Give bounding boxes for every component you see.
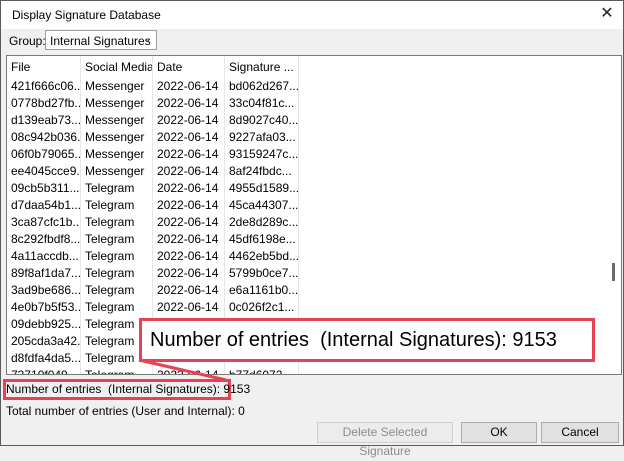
table-row[interactable]: d7daa54b1... Telegram 2022-06-14 45ca44307.… (7, 197, 299, 214)
chevron-down-icon: ⌄ (142, 33, 152, 45)
column-header-date[interactable]: Date (153, 56, 225, 78)
cell-social-media: Telegram (81, 248, 153, 265)
cell-signature: 4462eb5bd... (225, 248, 299, 265)
delete-selected-signature-button[interactable]: Delete Selected Signature (317, 422, 453, 458)
cell-social-media: Telegram (81, 180, 153, 197)
window-title: Display Signature Database (12, 8, 161, 22)
cancel-button[interactable]: Cancel (541, 422, 619, 443)
cell-social-media: Messenger (81, 95, 153, 112)
table-row[interactable]: 3ad9be686... Telegram 2022-06-14 e6a1161b0.… (7, 282, 299, 299)
scrollbar-thumb[interactable] (612, 263, 615, 281)
table-row[interactable]: 4a11accdb... Telegram 2022-06-14 4462eb5bd.… (7, 248, 299, 265)
cell-signature: 8d9027c40... (225, 112, 299, 129)
entries-count-label: Number of entries (Internal Signatures):… (6, 382, 251, 396)
cell-signature: 45ca44307... (225, 197, 299, 214)
cell-date: 2022-06-14 (153, 146, 225, 163)
cell-signature: 2de8d289c... (225, 214, 299, 231)
cell-signature: 93159247c... (225, 146, 299, 163)
cell-file: 89f8af1da7... (7, 265, 81, 282)
column-header-signature[interactable]: Signature ... (225, 56, 299, 78)
table-row[interactable]: 0778bd27fb... Messenger 2022-06-14 33c04f81… (7, 95, 299, 112)
table-header: File Social Media Date Signature ... (7, 56, 299, 78)
cell-file: 73710f049... (7, 367, 81, 374)
cell-file: 3ca87cfc1b... (7, 214, 81, 231)
cell-date: 2022-06-14 (153, 78, 225, 95)
cell-social-media: Messenger (81, 78, 153, 95)
cell-date: 2022-06-14 (153, 299, 225, 316)
cell-file: 09cb5b311... (7, 180, 81, 197)
cell-file: d139eab73... (7, 112, 81, 129)
table-row[interactable]: 89f8af1da7... Telegram 2022-06-14 5799b0ce7… (7, 265, 299, 282)
cell-date: 2022-06-14 (153, 180, 225, 197)
cell-social-media: Telegram (81, 231, 153, 248)
cell-signature: 4955d1589... (225, 180, 299, 197)
table-row[interactable]: d139eab73... Messenger 2022-06-14 8d9027c40… (7, 112, 299, 129)
close-icon[interactable]: ✕ (597, 4, 617, 24)
cell-file: 4a11accdb... (7, 248, 81, 265)
entries-callout-zoom: Number of entries (Internal Signatures):… (139, 318, 595, 362)
cell-date: 2022-06-14 (153, 112, 225, 129)
cell-signature: 45df6198e... (225, 231, 299, 248)
cell-social-media: Messenger (81, 163, 153, 180)
group-dropdown[interactable]: Internal Signatures ⌄ (45, 30, 157, 50)
cell-signature: e6a1161b0... (225, 282, 299, 299)
cell-file: 08c942b036... (7, 129, 81, 146)
table-row[interactable]: 08c942b036... Messenger 2022-06-14 9227afa0… (7, 129, 299, 146)
cell-signature: 0c026f2c1... (225, 299, 299, 316)
cell-file: 3ad9be686... (7, 282, 81, 299)
cell-date: 2022-06-14 (153, 248, 225, 265)
cell-date: 2022-06-14 (153, 231, 225, 248)
table-row[interactable]: 09cb5b311... Telegram 2022-06-14 4955d1589.… (7, 180, 299, 197)
group-label: Group: (9, 34, 46, 48)
table-row[interactable]: 06f0b79065... Messenger 2022-06-14 93159247… (7, 146, 299, 163)
cell-file: 421f666c06... (7, 78, 81, 95)
table-row[interactable]: 8c292fbdf8... Telegram 2022-06-14 45df6198e… (7, 231, 299, 248)
title-bar: Display Signature Database ✕ (1, 1, 623, 29)
cell-file: 4e0b7b5f53... (7, 299, 81, 316)
cell-social-media: Telegram (81, 265, 153, 282)
cell-social-media: Telegram (81, 197, 153, 214)
cell-social-media: Telegram (81, 299, 153, 316)
cell-date: 2022-06-14 (153, 367, 225, 374)
cell-social-media: Telegram (81, 367, 153, 374)
cell-file: d8fdfa4da5... (7, 350, 81, 367)
cell-date: 2022-06-14 (153, 214, 225, 231)
column-header-social-media[interactable]: Social Media (81, 56, 153, 78)
vertical-scrollbar[interactable] (607, 56, 621, 374)
cell-date: 2022-06-14 (153, 129, 225, 146)
cell-signature: 9227afa03... (225, 129, 299, 146)
cell-social-media: Messenger (81, 146, 153, 163)
cell-file: d7daa54b1... (7, 197, 81, 214)
table-row[interactable]: 3ca87cfc1b... Telegram 2022-06-14 2de8d289c… (7, 214, 299, 231)
cell-signature: 5799b0ce7... (225, 265, 299, 282)
cell-social-media: Telegram (81, 214, 153, 231)
cell-file: 0778bd27fb... (7, 95, 81, 112)
cell-date: 2022-06-14 (153, 95, 225, 112)
total-entries-label: Total number of entries (User and Intern… (6, 404, 245, 418)
cell-signature: bd062d267... (225, 78, 299, 95)
column-header-file[interactable]: File (7, 56, 81, 78)
ok-button[interactable]: OK (461, 422, 537, 443)
cell-date: 2022-06-14 (153, 163, 225, 180)
cell-date: 2022-06-14 (153, 282, 225, 299)
cell-file: 06f0b79065... (7, 146, 81, 163)
table-row[interactable]: 73710f049... Telegram 2022-06-14 b77d6072..… (7, 367, 299, 374)
group-selected-value: Internal Signatures (50, 34, 151, 48)
cell-date: 2022-06-14 (153, 197, 225, 214)
cell-file: 8c292fbdf8... (7, 231, 81, 248)
table-row[interactable]: 4e0b7b5f53... Telegram 2022-06-14 0c026f2c1… (7, 299, 299, 316)
cell-signature: 8af24fbdc... (225, 163, 299, 180)
signature-database-dialog: Display Signature Database ✕ Group: Inte… (0, 0, 624, 458)
cell-file: 09debb925... (7, 316, 81, 333)
cell-file: ee4045cce9... (7, 163, 81, 180)
cell-social-media: Messenger (81, 112, 153, 129)
cell-file: 205cda3a42... (7, 333, 81, 350)
cell-signature: b77d6072... (225, 367, 299, 374)
cell-signature: 33c04f81c... (225, 95, 299, 112)
table-row[interactable]: 421f666c06... Messenger 2022-06-14 bd062d26… (7, 78, 299, 95)
table-row[interactable]: ee4045cce9... Messenger 2022-06-14 8af24fbd… (7, 163, 299, 180)
cell-social-media: Telegram (81, 282, 153, 299)
cell-social-media: Messenger (81, 129, 153, 146)
cell-date: 2022-06-14 (153, 265, 225, 282)
